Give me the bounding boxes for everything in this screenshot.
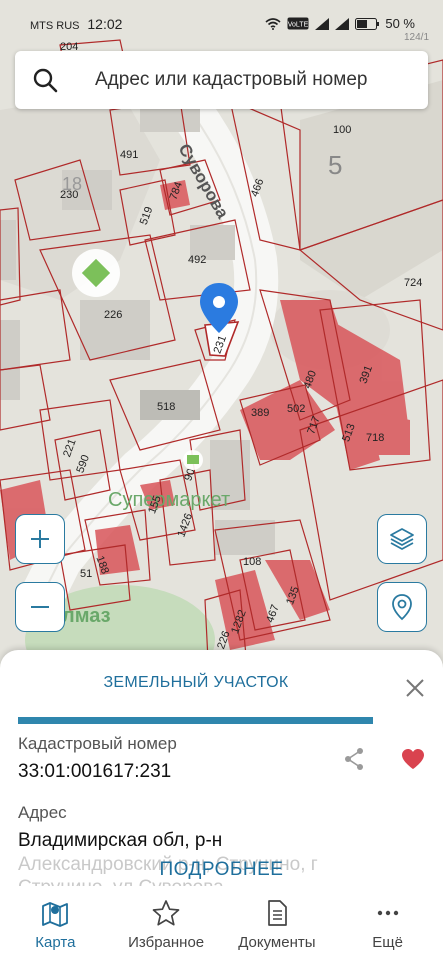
nav-documents[interactable]: Документы	[222, 886, 333, 960]
zoom-out-button[interactable]	[15, 582, 65, 632]
nav-favorites[interactable]: Избранное	[111, 886, 222, 960]
parcel-number: 51	[80, 568, 92, 580]
my-location-button[interactable]	[377, 582, 427, 632]
big-number-label: 5	[328, 150, 342, 180]
parcel-number: 718	[366, 432, 384, 444]
plus-icon	[31, 530, 49, 548]
location-pin-icon	[392, 594, 412, 621]
panel-progress-bar	[18, 717, 373, 724]
status-right: VoLTE 50 %	[265, 16, 415, 31]
minus-icon	[31, 606, 49, 608]
signal-icon	[315, 17, 330, 30]
parcel-number: 108	[243, 556, 261, 568]
share-icon[interactable]	[343, 747, 365, 771]
layers-button[interactable]	[377, 514, 427, 564]
status-left: MTS RUS 12:02	[30, 16, 122, 32]
volte-icon: VoLTE	[287, 17, 309, 30]
map-icon	[42, 902, 69, 927]
layers-icon	[390, 528, 414, 550]
close-icon[interactable]	[405, 678, 425, 698]
panel-title: ЗЕМЕЛЬНЫЙ УЧАСТОК	[103, 674, 289, 691]
parcel-number: 226	[104, 309, 122, 321]
zoom-in-button[interactable]	[15, 514, 65, 564]
parcel-number: 100	[333, 124, 351, 136]
parcel-number: 389	[251, 407, 269, 419]
clock: 12:02	[87, 16, 123, 32]
cadastral-number-label: Кадастровый номер	[18, 734, 177, 753]
favorite-heart-icon[interactable]	[401, 748, 425, 770]
poi-supermarket-label: Супермаркет	[108, 489, 230, 511]
park-poi-icon[interactable]	[72, 249, 120, 297]
search-bar[interactable]: Адрес или кадастровый номер	[15, 51, 428, 109]
wifi-icon	[265, 17, 281, 30]
battery-icon	[355, 17, 380, 30]
nav-map[interactable]: Карта	[0, 886, 111, 960]
parcel-number: 230	[60, 189, 78, 201]
more-dots-icon	[377, 910, 398, 916]
store-poi-icon[interactable]	[183, 450, 203, 470]
more-details-button[interactable]: ПОДРОБНЕЕ	[0, 859, 443, 881]
cadastral-number-value[interactable]: 33:01:001617:231	[18, 761, 171, 783]
poi-almaz-label: лмаз	[62, 605, 111, 627]
parcel-number: 518	[157, 401, 175, 413]
svg-text:VoLTE: VoLTE	[288, 22, 309, 29]
nav-documents-label: Документы	[238, 934, 316, 951]
star-icon	[152, 900, 180, 926]
search-icon[interactable]	[15, 67, 75, 93]
signal-icon-2	[335, 17, 350, 30]
nav-more[interactable]: Ещё	[332, 886, 443, 960]
parcel-number: 502	[287, 403, 305, 415]
nav-favorites-label: Избранное	[128, 934, 205, 951]
bottom-navigation: Карта Избранное Документы Ещё	[0, 886, 443, 960]
status-bar: MTS RUS 12:02 VoLTE 50 %	[0, 0, 443, 44]
search-input[interactable]: Адрес или кадастровый номер	[95, 69, 367, 91]
address-line-1: Владимирская обл, р-н	[18, 830, 223, 851]
nav-map-label: Карта	[35, 934, 76, 951]
parcel-number: 491	[120, 149, 138, 161]
carrier-label: MTS RUS	[30, 20, 80, 32]
parcel-number: 724	[404, 277, 422, 289]
battery-percent: 50 %	[385, 16, 415, 31]
nav-more-label: Ещё	[372, 934, 403, 951]
document-icon	[268, 900, 287, 926]
address-label: Адрес	[18, 803, 67, 822]
parcel-number: 492	[188, 254, 206, 266]
